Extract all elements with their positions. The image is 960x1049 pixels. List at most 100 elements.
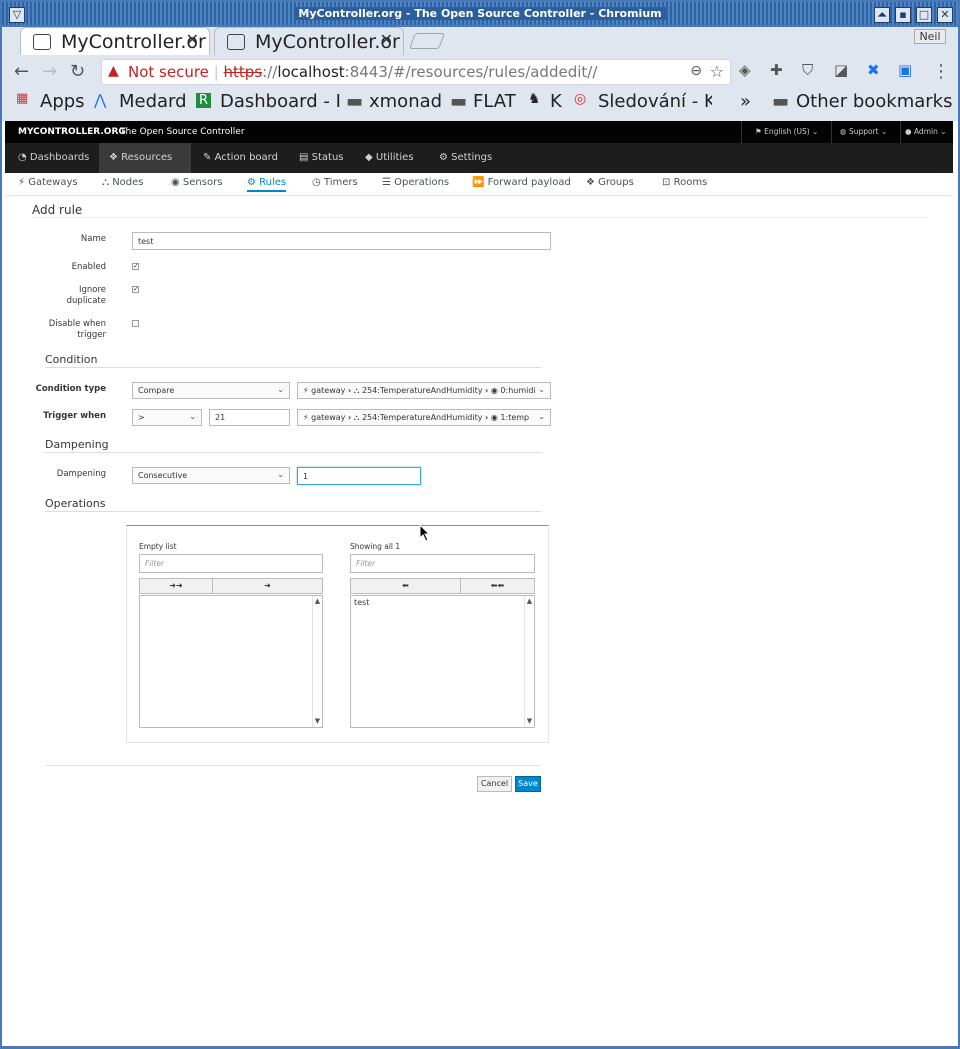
brand-name[interactable]: MYCONTROLLER.ORG [18, 127, 126, 137]
bookmark-flat[interactable]: FLAT [473, 91, 516, 112]
browser-tab-2[interactable]: MyController.or ✕ [214, 27, 404, 55]
not-secure-label[interactable]: Not secure [128, 63, 209, 81]
selected-filter-input[interactable]: Filter [350, 554, 535, 573]
bookmark-favicon-icon: ♞ [528, 91, 541, 107]
dampening-label: Dampening [56, 469, 106, 479]
reload-icon[interactable]: ↻ [70, 61, 85, 82]
subtab-forward-payload[interactable]: ⏩ Forward payload [472, 177, 571, 188]
main-nav: ◔ Dashboards ❖ Resources ✎ Action board … [5, 143, 953, 173]
name-input[interactable]: test [132, 232, 551, 250]
subtab-timers[interactable]: ◷ Timers [312, 177, 358, 188]
support-dropdown[interactable]: ◍ Support ⌄ [840, 127, 887, 136]
trigger-value-input[interactable]: 21 [209, 409, 290, 426]
tab-resources[interactable]: ❖ Resources [99, 143, 191, 173]
window-maximize-icon[interactable]: □ [916, 7, 932, 23]
subtab-operations[interactable]: ☰ Operations [382, 177, 449, 188]
bookmark-favicon-icon: ◎ [574, 91, 587, 107]
move-left-button[interactable]: ⬅ [350, 578, 461, 594]
home-favicon-icon [227, 34, 245, 50]
subtab-sensors[interactable]: ◉ Sensors [171, 177, 222, 188]
move-right-button[interactable]: ➜ [212, 578, 323, 594]
life-ring-icon: ◍ [840, 127, 847, 136]
bookmark-xmonad[interactable]: xmonad [369, 91, 442, 112]
bookmark-favicon-icon: ⋀ [94, 91, 107, 109]
window-minimize-icon[interactable]: ▪ [895, 7, 911, 23]
extension-icon[interactable]: ◪ [834, 61, 848, 79]
extension-icon[interactable]: ✖ [867, 61, 880, 79]
close-tab-icon[interactable]: ✕ [380, 30, 393, 49]
bookmark-k[interactable]: K [550, 91, 562, 112]
list-item[interactable]: test [354, 598, 531, 607]
selected-list[interactable]: test ▲ ▼ [350, 595, 535, 728]
menu-kebab-icon[interactable]: ⋮ [932, 61, 950, 82]
bookmark-star-icon[interactable]: ☆ [710, 62, 724, 81]
save-button[interactable]: Save [515, 776, 541, 792]
tab-settings[interactable]: ⚙ Settings [429, 143, 502, 173]
window-close-icon[interactable]: ✕ [937, 7, 953, 23]
url-host: localhost [277, 63, 345, 81]
subtab-rules[interactable]: ⚙ Rules [247, 177, 287, 192]
tab-utilities[interactable]: ◆ Utilities [355, 143, 424, 173]
trigger-operator-select[interactable]: > ⌄ [132, 409, 202, 426]
address-bar[interactable]: ▲ Not secure | https://localhost:8443/#/… [101, 59, 731, 85]
bookmark-apps[interactable]: Apps [40, 91, 85, 112]
cancel-button[interactable]: Cancel [477, 776, 512, 792]
bookmark-medard[interactable]: Medard [119, 91, 187, 112]
condition-resource-select[interactable]: ⚡ gateway › ⛬ 254:TemperatureAndHumidity… [297, 382, 551, 399]
scrollbar[interactable]: ▲ ▼ [524, 596, 534, 727]
back-icon[interactable]: ← [14, 61, 29, 82]
tab-status[interactable]: ▤ Status [289, 143, 354, 173]
subtab-rooms[interactable]: ⊡ Rooms [662, 177, 707, 188]
condition-type-label: Condition type [35, 384, 106, 394]
chevron-down-icon: ⌄ [277, 470, 284, 479]
chevron-down-icon: ⌄ [538, 385, 545, 394]
close-tab-icon[interactable]: ✕ [186, 30, 199, 49]
new-tab-button[interactable] [409, 33, 445, 49]
ignore-duplicate-checkbox[interactable]: ✓ [132, 286, 139, 293]
profile-button[interactable]: Neil [914, 29, 946, 44]
available-filter-input[interactable]: Filter [139, 554, 323, 573]
arrow-left-icon: ⬅ [402, 581, 409, 590]
browser-tab-1[interactable]: MyController.or ✕ [20, 27, 210, 55]
cube-icon: ◆ [365, 152, 373, 163]
disable-when-trigger-checkbox[interactable] [132, 320, 139, 327]
dampening-type-select[interactable]: Consecutive ⌄ [132, 467, 290, 484]
bookmark-other[interactable]: Other bookmarks [796, 91, 952, 112]
language-dropdown[interactable]: ⚑ English (US) ⌄ [755, 127, 818, 136]
move-all-left-button[interactable]: ⬅⬅ [460, 578, 535, 594]
tab-dashboards[interactable]: ◔ Dashboards [8, 143, 99, 173]
subtab-groups[interactable]: ❖ Groups [586, 177, 634, 188]
double-arrow-left-icon: ⬅⬅ [490, 581, 505, 590]
zoom-icon[interactable]: ⊖ [690, 63, 702, 79]
forward-icon: → [42, 61, 58, 82]
scrollbar[interactable]: ▲ ▼ [312, 596, 322, 727]
bookmark-sledovani[interactable]: Sledování - K [598, 91, 712, 112]
condition-type-select[interactable]: Compare ⌄ [132, 382, 290, 399]
room-icon: ⊡ [662, 177, 671, 188]
enabled-checkbox[interactable]: ✓ [132, 263, 139, 270]
ublock-icon[interactable]: ⛉ [802, 61, 813, 79]
bookmark-dashboard[interactable]: Dashboard - I [220, 91, 341, 112]
fast-forward-icon: ⏩ [472, 177, 485, 188]
extension-icon[interactable]: ◈ [739, 61, 751, 79]
available-list[interactable]: ▲ ▼ [139, 595, 323, 728]
puzzle-icon[interactable]: ✚ [770, 61, 783, 79]
move-all-right-button[interactable]: ➜➜ [139, 578, 213, 594]
clock-icon: ◷ [312, 177, 321, 188]
plug-icon: ⚡ [18, 177, 26, 188]
operations-dual-list: Empty list Filter ➜➜ ➜ ▲ ▼ Showing all 1 … [126, 525, 549, 743]
cubes-icon: ❖ [109, 152, 118, 163]
disable-when-trigger-label: Disable when trigger [48, 319, 106, 340]
trigger-resource-select[interactable]: ⚡ gateway › ⛬ 254:TemperatureAndHumidity… [297, 409, 551, 426]
window-shade-icon[interactable]: ⏶ [874, 7, 890, 23]
subtab-nodes[interactable]: ⛬ Nodes [102, 177, 144, 188]
dampening-count-input[interactable]: 1 [297, 467, 421, 485]
tab-action-board[interactable]: ✎ Action board [193, 143, 288, 173]
extension-icon[interactable]: ▣ [898, 61, 912, 79]
url-path: :8443/#/resources/rules/addedit// [344, 63, 598, 81]
cubes-icon: ❖ [586, 177, 595, 188]
user-dropdown[interactable]: ● Admin ⌄ [905, 127, 947, 136]
double-arrow-right-icon: ➜➜ [169, 581, 183, 590]
subtab-gateways[interactable]: ⚡ Gateways [18, 177, 78, 188]
bookmarks-overflow-chevron[interactable]: » [740, 91, 751, 112]
